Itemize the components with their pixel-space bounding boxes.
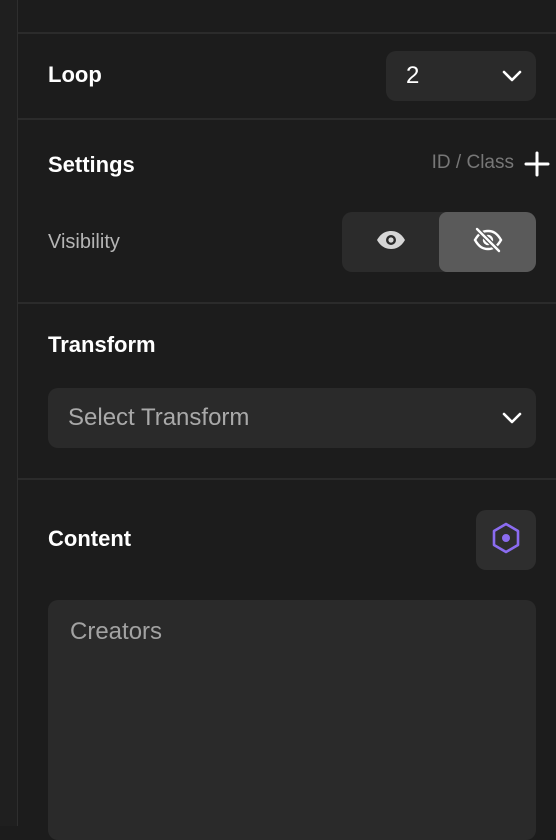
transform-placeholder: Select Transform [68,404,250,431]
settings-title: Settings [48,152,135,177]
divider [18,302,556,304]
content-textarea[interactable]: Creators [48,600,536,840]
chevron-down-icon [498,404,526,432]
chevron-down-icon [498,62,526,90]
visibility-show-option[interactable] [342,212,439,272]
transform-select[interactable]: Select Transform [48,388,536,448]
left-rail [0,0,18,826]
visibility-hide-option[interactable] [439,212,536,272]
content-title: Content [48,526,132,551]
visibility-label: Visibility [48,231,120,253]
id-class-button[interactable]: ID / Class [432,152,514,174]
divider [18,32,556,34]
transform-title: Transform [48,332,156,357]
divider [18,478,556,480]
loop-value: 2 [406,62,420,89]
eye-off-icon [472,226,504,259]
divider [18,118,556,120]
loop-label: Loop [48,62,102,87]
dynamic-data-button[interactable] [476,510,536,570]
properties-panel: Loop 2 Settings ID / Class Visibility Tr… [18,0,556,840]
loop-select[interactable]: 2 [386,51,536,101]
hexagon-icon [491,522,521,559]
eye-icon [375,229,407,256]
add-icon[interactable] [524,151,550,177]
visibility-toggle[interactable] [342,212,536,272]
